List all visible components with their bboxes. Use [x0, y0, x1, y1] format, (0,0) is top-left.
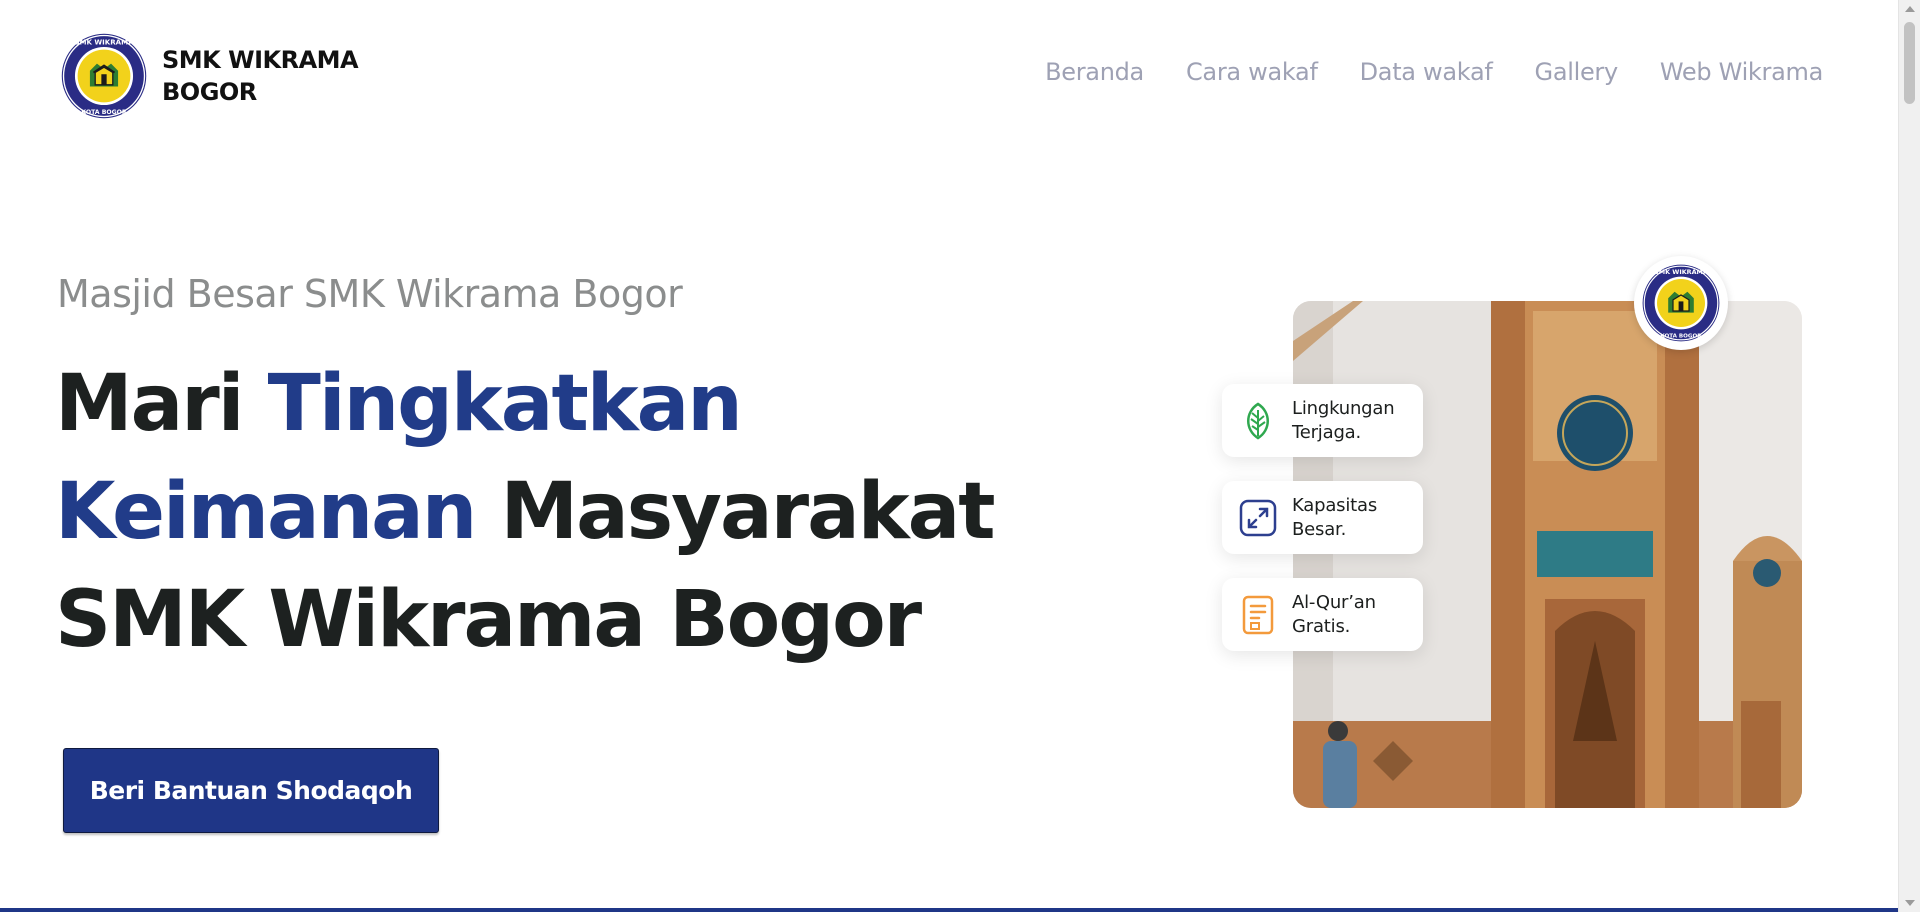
headline-line-2: Keimanan Masyarakat [55, 458, 996, 566]
headline-text-mari: Mari [55, 359, 268, 449]
nav-gallery[interactable]: Gallery [1535, 58, 1619, 86]
brand-line-1: SMK WIKRAMA [162, 46, 359, 74]
feature-label-lingkungan: Lingkungan Terjaga. [1292, 397, 1395, 443]
nav-cara-wakaf[interactable]: Cara wakaf [1186, 58, 1318, 86]
feature-label-kapasitas: Kapasitas Besar. [1292, 494, 1378, 540]
brand[interactable]: SMK WIKRAMA KOTA BOGOR SMK WIKRAMA BOGOR [60, 32, 359, 120]
bottom-accent-strip [0, 908, 1898, 912]
headline-accent-tingkatkan: Tingkatkan [267, 359, 743, 449]
headline-text-masyarakat: Masyarakat [475, 467, 995, 557]
feature-card-kapasitas: Kapasitas Besar. [1222, 481, 1423, 554]
nav-beranda[interactable]: Beranda [1045, 58, 1144, 86]
donate-button[interactable]: Beri Bantuan Shodaqoh [63, 748, 439, 833]
badge-logo-text-bottom: KOTA BOGOR [1660, 333, 1702, 339]
page-scrollbar[interactable] [1898, 0, 1920, 912]
book-icon [1238, 595, 1278, 635]
brand-line-2: BOGOR [162, 78, 257, 106]
photo-logo-badge: SMK WIKRAMA KOTA BOGOR [1634, 256, 1728, 350]
scroll-down-icon[interactable] [1905, 900, 1915, 906]
main-nav: Beranda Cara wakaf Data wakaf Gallery We… [1045, 58, 1823, 86]
expand-icon [1238, 498, 1278, 538]
brand-name: SMK WIKRAMA BOGOR [162, 44, 359, 108]
feature-card-lingkungan: Lingkungan Terjaga. [1222, 384, 1423, 457]
mosque-photo [1293, 301, 1802, 808]
nav-data-wakaf[interactable]: Data wakaf [1360, 58, 1493, 86]
feature-card-alquran: Al-Qur’an Gratis. [1222, 578, 1423, 651]
site-header: SMK WIKRAMA KOTA BOGOR SMK WIKRAMA BOGOR… [0, 0, 1898, 150]
feature-label-alquran: Al-Qur’an Gratis. [1292, 591, 1376, 637]
scroll-up-icon[interactable] [1905, 6, 1915, 12]
leaf-icon [1238, 401, 1278, 441]
school-logo: SMK WIKRAMA KOTA BOGOR [61, 33, 147, 119]
logo-text-bottom: KOTA BOGOR [81, 109, 127, 116]
headline-line-3: SMK Wikrama Bogor [55, 575, 922, 665]
headline-line-1: Mari Tingkatkan [55, 350, 994, 458]
badge-logo-text-top: SMK WIKRAMA [1654, 268, 1708, 276]
nav-web-wikrama[interactable]: Web Wikrama [1660, 58, 1823, 86]
badge-logo-icon: SMK WIKRAMA KOTA BOGOR [1642, 264, 1720, 342]
hero-headline: Mari Tingkatkan Keimanan Masyarakat SMK … [55, 350, 996, 674]
headline-accent-keimanan: Keimanan [55, 467, 477, 557]
scroll-thumb[interactable] [1904, 22, 1915, 104]
logo-text-top: SMK WIKRAMA [74, 37, 134, 46]
hero-subtitle: Masjid Besar SMK Wikrama Bogor [57, 272, 683, 316]
